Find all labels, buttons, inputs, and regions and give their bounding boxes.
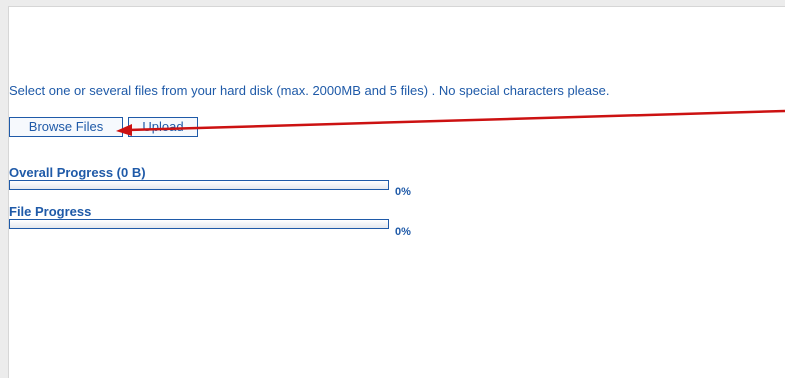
browse-files-button[interactable]: Browse Files bbox=[9, 117, 123, 137]
overall-progress-percent: 0% bbox=[395, 186, 411, 198]
file-progress-bar bbox=[9, 219, 389, 229]
file-progress-label: File Progress bbox=[9, 204, 92, 219]
upload-button[interactable]: Upload bbox=[128, 117, 198, 137]
overall-progress-label: Overall Progress (0 B) bbox=[9, 165, 146, 180]
upload-instructions: Select one or several files from your ha… bbox=[9, 83, 610, 98]
overall-progress-bar bbox=[9, 180, 389, 190]
file-progress-percent: 0% bbox=[395, 226, 411, 238]
